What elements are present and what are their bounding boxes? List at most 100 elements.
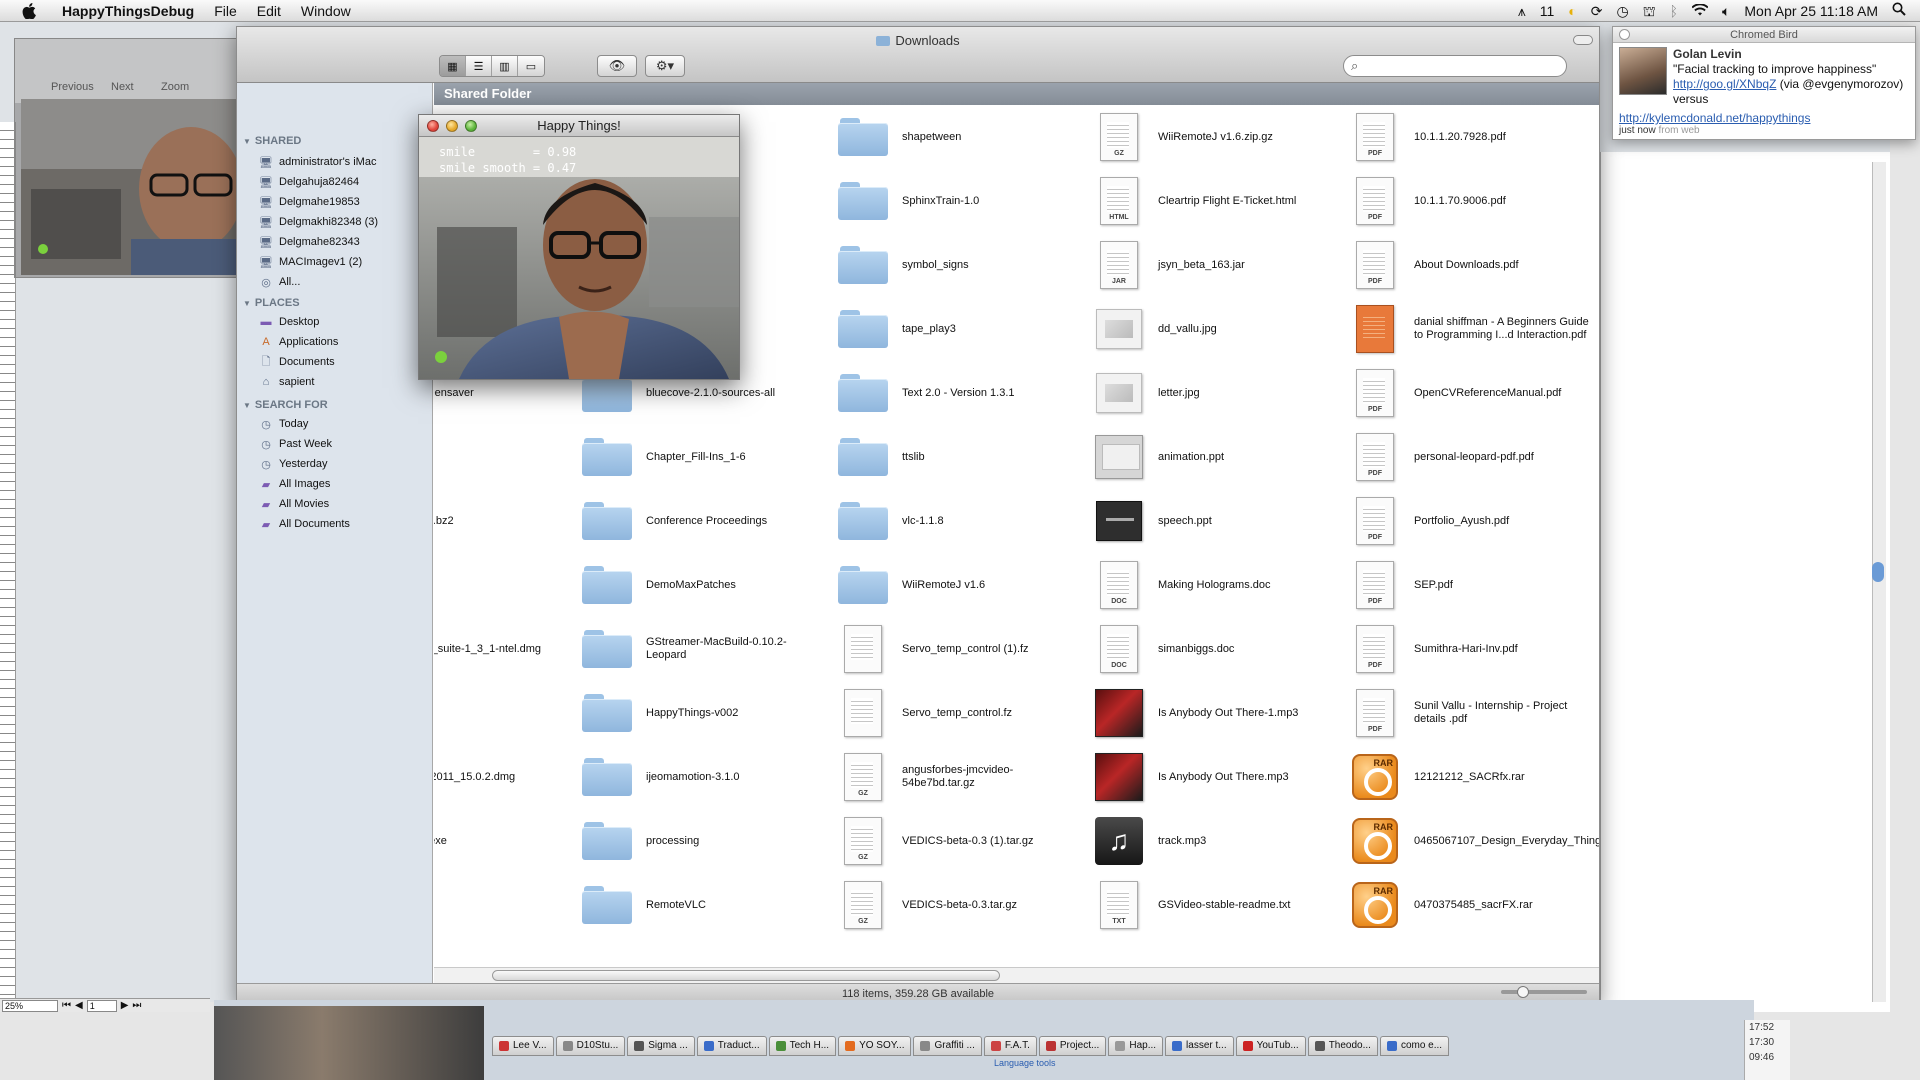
browser-tab[interactable]: Project... <box>1038 1036 1107 1056</box>
browser-tab[interactable]: Hap... <box>1108 1036 1164 1056</box>
flux-icon[interactable]: ◐ <box>1568 0 1576 22</box>
previous-button[interactable]: Previous <box>51 81 94 93</box>
file-item[interactable]: Servo_temp_control.fz <box>836 683 1086 743</box>
file-item[interactable]: GZtar.bz2 <box>434 555 574 615</box>
file-item[interactable]: PDF OpenCVReferenceManual.pdf <box>1348 363 1598 423</box>
file-item[interactable]: dd_vallu.jpg <box>1092 299 1342 359</box>
file-item[interactable]: PDF About Downloads.pdf <box>1348 235 1598 295</box>
file-item[interactable]: 0465067107_Design_Everyday_Things.rar <box>1348 811 1599 871</box>
sidebar-item-documents[interactable]: 🗋 Documents <box>259 353 335 371</box>
sidebar-item-past-week[interactable]: ◷ Past Week <box>259 435 332 453</box>
file-item[interactable]: animation.ppt <box>1092 427 1342 487</box>
file-item[interactable]: shapetween <box>836 107 1086 167</box>
sidebar-item-shared[interactable]: 🖥︎ Delgmakhi82348 (3) <box>259 213 378 231</box>
horizontal-scrollbar[interactable] <box>434 967 1599 983</box>
sidebar-header-places[interactable]: ▼ PLACES <box>243 297 300 309</box>
edit-menu[interactable]: Edit <box>247 3 291 19</box>
file-item[interactable]: TXT GSVideo-stable-readme.txt <box>1092 875 1342 935</box>
file-item[interactable]: DemoMaxPatches <box>580 555 830 615</box>
next-button[interactable]: Next <box>111 81 134 93</box>
tweet-link[interactable]: http://kylemcdonald.net/happythings <box>1619 111 1810 125</box>
browser-tab[interactable]: YouTub... <box>1235 1036 1306 1056</box>
file-item[interactable]: k-setup.exe <box>434 811 574 871</box>
file-item[interactable]: GZin-1.0.tar.bz2 <box>434 491 574 551</box>
slider-knob[interactable] <box>1517 986 1529 998</box>
file-item[interactable]: Servo_temp_control (1).fz <box>836 619 1086 679</box>
file-item[interactable]: GZ WiiRemoteJ v1.6.zip.gz <box>1092 107 1342 167</box>
vertical-scrollbar[interactable] <box>1872 162 1886 1002</box>
sidebar-item-all-images[interactable]: ▰ All Images <box>259 475 331 493</box>
sync-icon[interactable]: ⟳ <box>1591 0 1603 22</box>
window-menu[interactable]: Window <box>291 3 361 19</box>
file-item[interactable]: HTML Cleartrip Flight E-Ticket.html <box>1092 171 1342 231</box>
action-menu-button[interactable]: ⚙︎▾ <box>645 55 685 77</box>
sidebar-item-all-documents[interactable]: ▰ All Documents <box>259 515 350 533</box>
file-item[interactable]: Conference Proceedings <box>580 491 830 551</box>
file-item[interactable]: symbol_signs <box>836 235 1086 295</box>
zoom-button[interactable]: Zoom <box>161 81 189 93</box>
file-item[interactable]: JAR jsyn_beta_163.jar <box>1092 235 1342 295</box>
dropbox-icon[interactable]: ⛫ <box>1643 0 1656 22</box>
browser-tab[interactable]: Tech H... <box>768 1036 837 1056</box>
first-page-icon[interactable]: ⏮ <box>62 1000 71 1011</box>
file-menu[interactable]: File <box>204 3 247 19</box>
scrollbar-thumb[interactable] <box>1872 562 1884 582</box>
sidebar-item-shared[interactable]: 🖥︎ administrator's iMac <box>259 153 376 171</box>
file-item[interactable]: letter.jpg <box>1092 363 1342 423</box>
browser-tab[interactable]: Graffiti ... <box>913 1036 982 1056</box>
sidebar-header-search-for[interactable]: ▼ SEARCH FOR <box>243 399 328 411</box>
icon-size-slider[interactable] <box>1501 986 1587 998</box>
tweet-link[interactable]: http://goo.gl/XNbqZ <box>1673 77 1776 91</box>
bluetooth-icon[interactable]: ᛒ <box>1670 0 1678 22</box>
column-view-button[interactable]: ▥ <box>492 56 518 76</box>
sidebar-item-desktop[interactable]: ▬ Desktop <box>259 313 320 331</box>
file-item[interactable]: Is Anybody Out There-1.mp3 <box>1092 683 1342 743</box>
file-item[interactable]: tape_play3 <box>836 299 1086 359</box>
icon-view-button[interactable]: ▦ <box>440 56 466 76</box>
file-item[interactable]: DMGpander_2011_15.0.2.dmg <box>434 747 574 807</box>
previous-page-icon[interactable]: ◀ <box>75 1000 83 1011</box>
next-page-icon[interactable]: ▶ <box>121 1000 129 1011</box>
browser-tab[interactable]: D10Stu... <box>555 1036 626 1056</box>
language-tools-link[interactable]: Language tools <box>994 1058 1056 1068</box>
file-item[interactable]: Is Anybody Out There.mp3 <box>1092 747 1342 807</box>
file-item[interactable]: speech.ppt <box>1092 491 1342 551</box>
file-item[interactable]: PDF personal-leopard-pdf.pdf <box>1348 427 1598 487</box>
file-item[interactable]: vlc-1.1.8 <box>836 491 1086 551</box>
coverflow-view-button[interactable]: ▭ <box>518 56 544 76</box>
file-item[interactable]: DMGmg <box>434 683 574 743</box>
adobe-status-icon[interactable]: ⩚ <box>1518 0 1526 22</box>
sidebar-item-home[interactable]: ⌂ sapient <box>259 373 315 391</box>
file-item[interactable]: Text 2.0 - Version 1.3.1 <box>836 363 1086 423</box>
file-item[interactable] <box>434 875 574 935</box>
app-menu[interactable]: HappyThingsDebug <box>52 3 204 19</box>
file-item[interactable]: PDF Sunil Vallu - Internship - Project de… <box>1348 683 1598 743</box>
file-item[interactable]: 0470375485_sacrFX.rar <box>1348 875 1598 935</box>
file-item[interactable]: DOC simanbiggs.doc <box>1092 619 1342 679</box>
page-field[interactable]: 1 <box>86 999 117 1012</box>
browser-tab[interactable]: Theodo... <box>1307 1036 1378 1056</box>
file-item[interactable]: DMGoduction_suite-1_3_1-ntel.dmg <box>434 619 574 679</box>
avatar[interactable] <box>1619 47 1667 95</box>
browser-tab[interactable]: YO SOY... <box>838 1036 912 1056</box>
time-machine-icon[interactable]: ◷ <box>1616 0 1628 22</box>
file-item[interactable]: SphinxTrain-1.0 <box>836 171 1086 231</box>
file-item[interactable]: DOC Making Holograms.doc <box>1092 555 1342 615</box>
browser-tab[interactable]: Sigma ... <box>627 1036 695 1056</box>
last-page-icon[interactable]: ⏭ <box>132 1000 141 1011</box>
file-item[interactable]: GZ angusforbes-jmcvideo-54be7bd.tar.gz <box>836 747 1086 807</box>
sidebar-item-shared[interactable]: 🖥︎ Delgahuja82464 <box>259 173 359 191</box>
file-item[interactable]: PDF Portfolio_Ayush.pdf <box>1348 491 1598 551</box>
browser-tab[interactable]: lasser t... <box>1165 1036 1234 1056</box>
file-item[interactable]: PDF 10.1.1.20.7928.pdf <box>1348 107 1598 167</box>
zoom-field[interactable]: 25% <box>2 999 58 1012</box>
browser-tab[interactable]: como e... <box>1379 1036 1450 1056</box>
file-item[interactable]: s <box>434 427 574 487</box>
browser-tab[interactable]: Traduct... <box>696 1036 767 1056</box>
wifi-icon[interactable] <box>1691 0 1709 22</box>
sidebar-item-shared[interactable]: 🖥︎ MACImagev1 (2) <box>259 253 362 271</box>
file-item[interactable]: danial shiffman - A Beginners Guide to P… <box>1348 299 1598 359</box>
browser-tab[interactable]: Lee V... <box>492 1036 554 1056</box>
file-item[interactable]: GZ VEDICS-beta-0.3.tar.gz <box>836 875 1086 935</box>
apple-menu-icon[interactable] <box>18 0 40 22</box>
